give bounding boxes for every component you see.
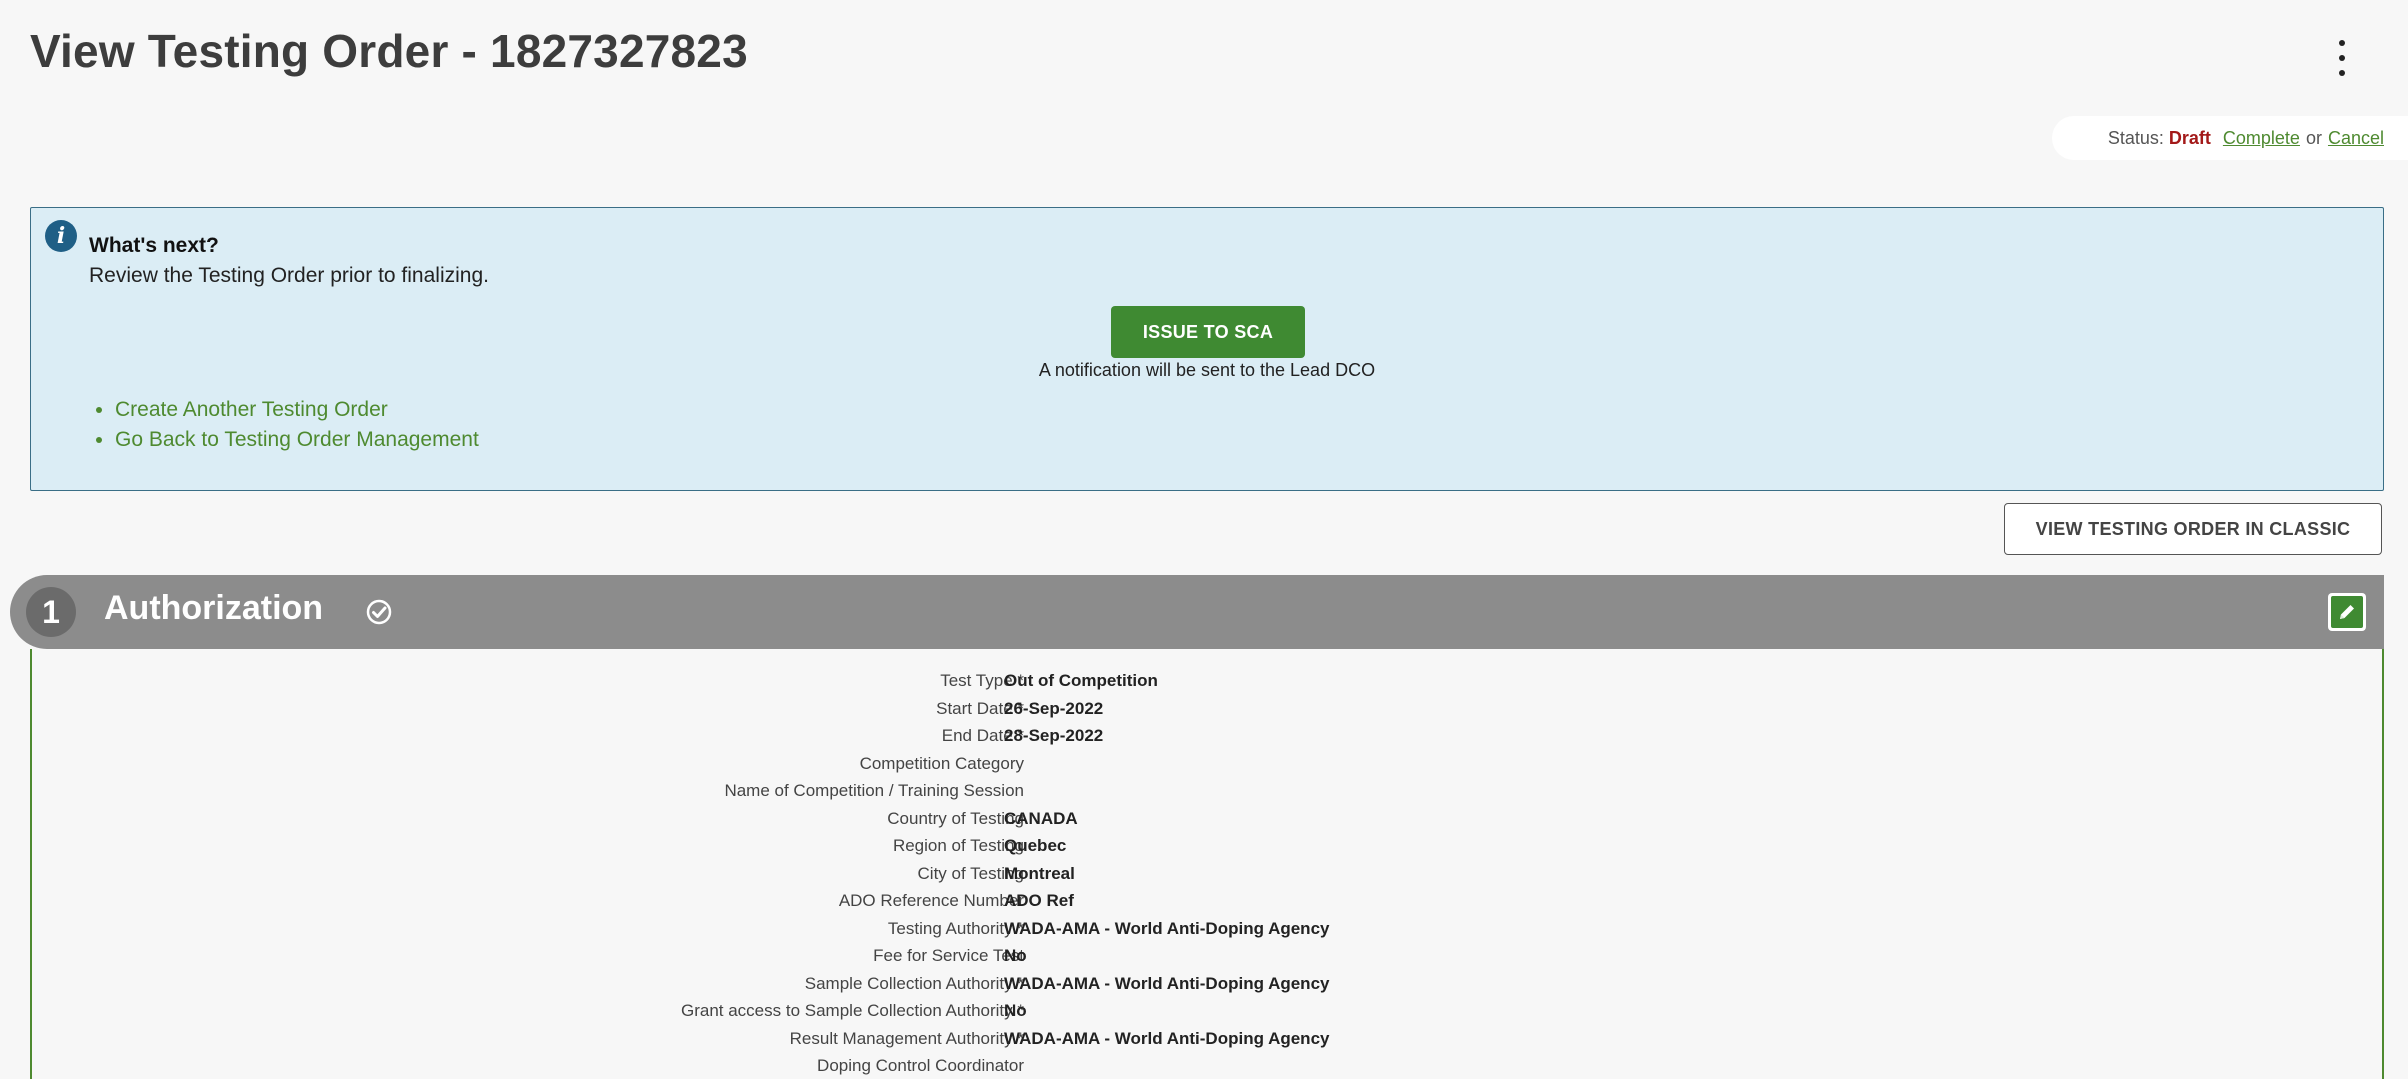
- info-icon: i: [45, 220, 77, 252]
- status-label: Status:: [2107, 127, 2164, 148]
- page-title: View Testing Order - 1827327823: [30, 25, 748, 77]
- cancel-link[interactable]: Cancel: [2328, 128, 2384, 149]
- field-row: City of Testing Montreal: [32, 864, 2382, 892]
- status-or-text: or: [2305, 127, 2322, 148]
- field-row: Fee for Service Test No: [32, 946, 2382, 974]
- authorization-section-body: Test Type * Out of Competition Start Date …: [30, 649, 2384, 1079]
- field-row: Grant access to Sample Collection Author…: [32, 1001, 2382, 1029]
- field-row: Region of Testing Quebec: [32, 836, 2382, 864]
- field-value: ADO Ref: [1004, 891, 1074, 910]
- field-row: Sample Collection Authority * WADA-AMA - …: [32, 974, 2382, 1002]
- field-value: Out of Competition: [1004, 671, 1158, 690]
- field-row: Result Management Authority * WADA-AMA - …: [32, 1029, 2382, 1057]
- whats-next-panel: i What's next? Review the Testing Order …: [30, 207, 2384, 491]
- field-row: Competition Category: [32, 754, 2382, 782]
- field-label: Name of Competition / Training Session: [724, 781, 1024, 801]
- list-item: Create Another Testing Order: [115, 398, 479, 422]
- section-title: Authorization: [104, 589, 324, 627]
- field-label: Sample Collection Authority *: [805, 974, 1024, 994]
- edit-section-button[interactable]: [2328, 593, 2366, 631]
- field-label: Result Management Authority *: [790, 1029, 1024, 1049]
- field-label-text: Fee for Service Test: [873, 946, 1024, 965]
- field-label: Doping Control Coordinator: [817, 1056, 1024, 1076]
- go-back-to-testing-order-management-link[interactable]: Go Back to Testing Order Management: [115, 428, 479, 451]
- list-item: Go Back to Testing Order Management: [115, 428, 479, 452]
- whats-next-text: Review the Testing Order prior to finali…: [89, 264, 489, 287]
- authorization-section-header: 1 Authorization: [10, 575, 2384, 649]
- field-value: WADA-AMA - World Anti-Doping Agency: [1004, 918, 1330, 938]
- field-row: ADO Reference Number ADO Ref: [32, 891, 2382, 919]
- field-list: Test Type * Out of Competition Start Date …: [32, 671, 2382, 1079]
- field-label: Fee for Service Test: [873, 946, 1024, 966]
- field-row: Doping Control Coordinator: [32, 1056, 2382, 1079]
- field-value: CANADA: [1004, 808, 1078, 828]
- view-in-classic-button[interactable]: VIEW TESTING ORDER IN CLASSIC: [2004, 503, 2382, 555]
- field-value: WADA-AMA - World Anti-Doping Agency: [1004, 1028, 1330, 1048]
- field-label-text: Doping Control Coordinator: [817, 1056, 1024, 1075]
- issue-to-sca-button[interactable]: ISSUE TO SCA: [1111, 306, 1305, 358]
- field-row: Country of Testing CANADA: [32, 809, 2382, 837]
- field-row: Name of Competition / Training Session: [32, 781, 2382, 809]
- page: View Testing Order - 1827327823 Status: …: [0, 0, 2408, 1079]
- notification-text: A notification will be sent to the Lead …: [1038, 360, 1376, 380]
- check-circle-icon: [366, 599, 392, 625]
- section-number: 1: [26, 587, 76, 637]
- field-label-text: End Date: [941, 726, 1013, 745]
- field-label-text: Competition Category: [859, 753, 1024, 773]
- field-row: End Date * 28-Sep-2022: [32, 726, 2382, 754]
- field-row: Testing Authority * WADA-AMA - World Anti…: [32, 919, 2382, 947]
- complete-link[interactable]: Complete: [2223, 128, 2300, 149]
- field-row: Test Type * Out of Competition: [32, 671, 2382, 699]
- field-row: Start Date * 26-Sep-2022: [32, 699, 2382, 727]
- field-label-text: Sample Collection Authority: [804, 973, 1013, 993]
- field-label-text: Testing Authority: [887, 918, 1013, 938]
- field-label-text: Start Date: [936, 698, 1013, 718]
- field-label-text: Test Type: [940, 671, 1013, 690]
- field-label: ADO Reference Number: [839, 891, 1024, 911]
- field-value: No: [1004, 1001, 1027, 1020]
- field-label: Grant access to Sample Collection Author…: [681, 1001, 1024, 1021]
- field-value: 28-Sep-2022: [1004, 726, 1104, 745]
- field-label: Competition Category: [860, 754, 1024, 774]
- next-steps-links: Create Another Testing Order Go Back to …: [115, 398, 479, 458]
- field-label-text: Grant access to Sample Collection Author…: [680, 1001, 1013, 1020]
- field-value: WADA-AMA - World Anti-Doping Agency: [1004, 973, 1330, 993]
- field-value: 26-Sep-2022: [1004, 698, 1104, 718]
- create-another-testing-order-link[interactable]: Create Another Testing Order: [115, 398, 388, 421]
- field-value: Quebec: [1004, 836, 1067, 855]
- field-label-text: ADO Reference Number: [838, 891, 1024, 910]
- whats-next-heading: What's next?: [89, 234, 219, 257]
- status-bar: Status: Draft Complete or Cancel: [2052, 116, 2408, 160]
- field-value: Montreal: [1004, 863, 1075, 883]
- field-value: No: [1004, 946, 1027, 965]
- kebab-menu-icon[interactable]: [2330, 40, 2354, 76]
- field-label-text: Name of Competition / Training Session: [724, 781, 1024, 800]
- field-label-text: Result Management Authority: [789, 1028, 1013, 1048]
- pencil-icon: [2340, 605, 2354, 619]
- status-badge: Draft: [2168, 127, 2211, 148]
